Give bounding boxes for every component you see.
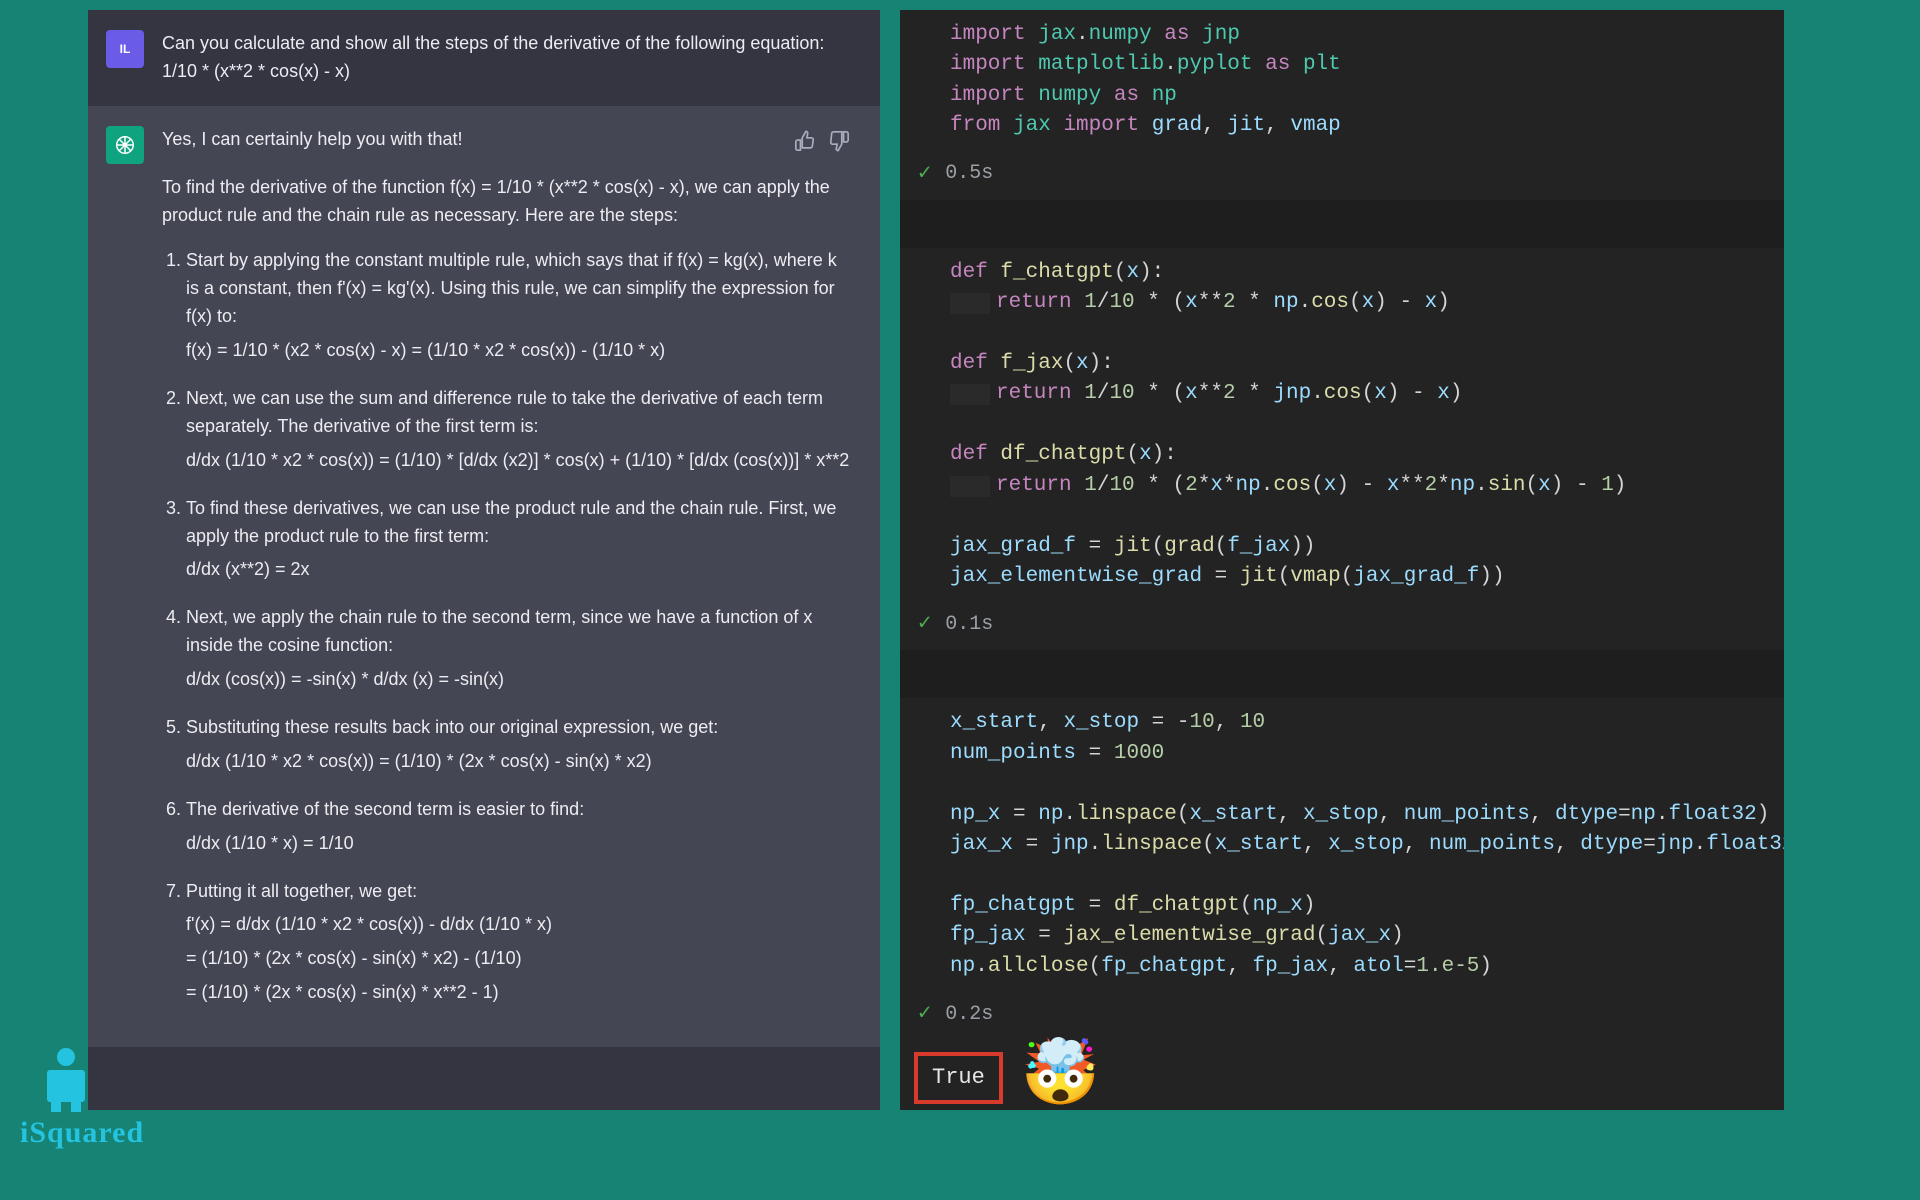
mind-blown-emoji: 🤯 xyxy=(1021,1046,1101,1110)
cell-1-status: ✓ 0.5s xyxy=(900,152,1784,200)
check-icon: ✓ xyxy=(918,608,931,640)
formula-4: d/dx (cos(x)) = -sin(x) * d/dx (x) = -si… xyxy=(186,666,850,694)
formula-3: d/dx (x**2) = 2x xyxy=(186,556,850,584)
assistant-avatar xyxy=(106,126,144,164)
notebook-cell-1[interactable]: import jax.numpy as jnp import matplotli… xyxy=(900,10,1784,214)
formula-final2: = (1/10) * (2x * cos(x) - sin(x) * x2) -… xyxy=(186,945,850,973)
notebook-cell-2[interactable]: def f_chatgpt(x): return 1/10 * (x**2 * … xyxy=(900,248,1784,665)
step-3: To find these derivatives, we can use th… xyxy=(186,495,850,585)
assistant-message-body: Yes, I can certainly help you with that! xyxy=(162,126,850,1027)
check-icon: ✓ xyxy=(918,998,931,1030)
step-5: Substituting these results back into our… xyxy=(186,714,850,776)
formula-1: f(x) = 1/10 * (x2 * cos(x) - x) = (1/10 … xyxy=(186,337,850,365)
logo-mark-icon xyxy=(42,1048,90,1112)
isquared-logo: iSquared xyxy=(20,1048,144,1150)
cell-3-code[interactable]: x_start, x_stop = -10, 10 num_points = 1… xyxy=(900,698,1784,992)
step-2: Next, we can use the sum and difference … xyxy=(186,385,850,475)
notebook-cell-3[interactable]: x_start, x_stop = -10, 10 num_points = 1… xyxy=(900,698,1784,1110)
cell-1-time: 0.5s xyxy=(945,159,993,188)
cell-3-time: 0.2s xyxy=(945,1000,993,1029)
assistant-intro: To find the derivative of the function f… xyxy=(162,174,850,230)
notebook-panel: import jax.numpy as jnp import matplotli… xyxy=(900,10,1784,1110)
assistant-lead: Yes, I can certainly help you with that! xyxy=(162,126,794,154)
cell-2-status: ✓ 0.1s xyxy=(900,602,1784,650)
output-true-box: True xyxy=(914,1052,1003,1104)
step-7: Putting it all together, we get: f'(x) =… xyxy=(186,878,850,1008)
logo-text: iSquared xyxy=(20,1116,144,1150)
assistant-steps-list: Start by applying the constant multiple … xyxy=(162,247,850,1007)
check-icon: ✓ xyxy=(918,158,931,190)
feedback-controls xyxy=(794,126,850,162)
chat-panel: IL Can you calculate and show all the st… xyxy=(88,10,880,1110)
formula-final1: f'(x) = d/dx (1/10 * x2 * cos(x)) - d/dx… xyxy=(186,911,850,939)
cell-3-output: True 🤯 xyxy=(900,1040,1784,1110)
thumbs-down-icon[interactable] xyxy=(828,130,850,162)
step-1: Start by applying the constant multiple … xyxy=(186,247,850,365)
cell-2-time: 0.1s xyxy=(945,610,993,639)
assistant-message-row: Yes, I can certainly help you with that! xyxy=(88,106,880,1047)
cell-2-code[interactable]: def f_chatgpt(x): return 1/10 * (x**2 * … xyxy=(900,248,1784,603)
formula-2: d/dx (1/10 * x2 * cos(x)) = (1/10) * [d/… xyxy=(186,447,850,475)
step-4: Next, we apply the chain rule to the sec… xyxy=(186,604,850,694)
formula-5: d/dx (1/10 * x2 * cos(x)) = (1/10) * (2x… xyxy=(186,748,850,776)
cell-3-status: ✓ 0.2s xyxy=(900,992,1784,1040)
cell-1-code[interactable]: import jax.numpy as jnp import matplotli… xyxy=(900,10,1784,152)
step-6: The derivative of the second term is eas… xyxy=(186,796,850,858)
thumbs-up-icon[interactable] xyxy=(794,130,816,162)
user-message-text: Can you calculate and show all the steps… xyxy=(162,30,850,86)
formula-final3: = (1/10) * (2x * cos(x) - sin(x) * x**2 … xyxy=(186,979,850,1007)
formula-6: d/dx (1/10 * x) = 1/10 xyxy=(186,830,850,858)
user-avatar: IL xyxy=(106,30,144,68)
user-message-row: IL Can you calculate and show all the st… xyxy=(88,10,880,106)
